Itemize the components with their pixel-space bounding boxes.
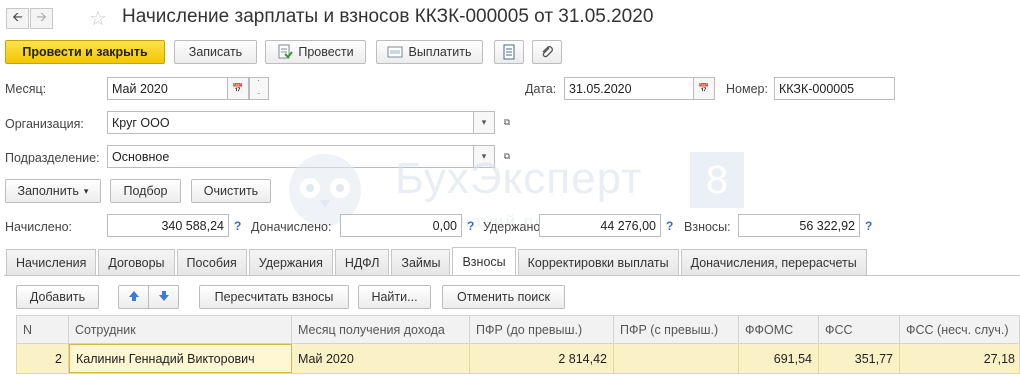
- payment-icon: [387, 44, 403, 60]
- save-button[interactable]: Записать: [174, 40, 257, 64]
- month-label: Месяц:: [5, 82, 47, 96]
- recalculate-contributions-button[interactable]: Пересчитать взносы: [199, 285, 349, 309]
- number-field[interactable]: ККЗК-000005: [774, 77, 895, 100]
- organization-field[interactable]: Круг ООО: [107, 111, 474, 134]
- tab-recalculations[interactable]: Доначисления, перерасчеты: [680, 249, 867, 275]
- cell-employee[interactable]: Калинин Геннадий Викторович: [69, 344, 292, 373]
- extra-accrued-help-icon[interactable]: ?: [467, 219, 474, 233]
- back-button[interactable]: 🡨: [6, 8, 29, 29]
- contributions-label: Взносы:: [684, 220, 731, 234]
- open-link-icon: ⧉: [503, 117, 511, 127]
- calendar-icon: 📅: [232, 83, 244, 93]
- withheld-field: 44 276,00: [539, 214, 661, 237]
- move-down-button[interactable]: [148, 285, 179, 309]
- table-row[interactable]: 2 Калинин Геннадий Викторович Май 2020 2…: [16, 344, 1020, 374]
- cell-income-month[interactable]: Май 2020: [292, 344, 470, 373]
- organization-open-button[interactable]: ⧉: [496, 111, 518, 134]
- cell-fss[interactable]: 351,77: [819, 344, 900, 373]
- chevron-down-icon: ▾: [83, 185, 89, 196]
- fill-button-label: Заполнить: [17, 184, 79, 198]
- watermark-digit: 8: [690, 152, 744, 208]
- tab-benefits[interactable]: Пособия: [176, 249, 247, 275]
- extra-accrued-field: 0,00: [340, 214, 462, 237]
- calendar-icon: 📅: [698, 83, 710, 93]
- report-list-icon: [502, 44, 516, 60]
- post-and-close-button[interactable]: Провести и закрыть: [5, 40, 165, 64]
- tab-contributions[interactable]: Взносы: [452, 247, 516, 275]
- accrued-field: 340 588,24: [107, 214, 229, 237]
- tab-payment-corrections[interactable]: Корректировки выплаты: [517, 249, 679, 275]
- month-stepper[interactable]: ˙ ·: [249, 77, 269, 100]
- date-field[interactable]: 31.05.2020: [564, 77, 694, 100]
- cell-n[interactable]: 2: [17, 344, 69, 373]
- tab-ndfl[interactable]: НДФЛ: [334, 249, 390, 275]
- cell-pfr-before[interactable]: 2 814,42: [470, 344, 614, 373]
- cell-ffoms[interactable]: 691,54: [739, 344, 819, 373]
- tab-bar: Начисления Договоры Пособия Удержания НД…: [6, 247, 869, 275]
- extra-accrued-label: Доначислено:: [251, 220, 332, 234]
- attach-button[interactable]: [532, 40, 562, 64]
- accrued-help-icon[interactable]: ?: [234, 219, 241, 233]
- organization-label: Организация:: [5, 117, 84, 131]
- move-up-button[interactable]: [118, 285, 149, 309]
- cell-pfr-after[interactable]: [614, 344, 739, 373]
- favorite-star-icon[interactable]: ☆: [89, 6, 107, 31]
- month-calendar-button[interactable]: 📅: [227, 77, 249, 100]
- column-header-n[interactable]: N: [17, 316, 69, 344]
- tab-loans[interactable]: Займы: [391, 249, 451, 275]
- contributions-help-icon[interactable]: ?: [865, 219, 872, 233]
- find-button[interactable]: Найти...: [358, 285, 431, 309]
- accrued-label: Начислено:: [5, 220, 73, 234]
- withheld-label: Удержано:: [483, 220, 544, 234]
- date-calendar-button[interactable]: 📅: [693, 77, 715, 100]
- organization-dropdown-button[interactable]: ▾: [473, 111, 495, 134]
- column-header-fss-accident[interactable]: ФСС (несч. случ.): [900, 316, 1020, 344]
- contributions-field: 56 322,92: [738, 214, 860, 237]
- stepper-down-icon: ·: [257, 87, 261, 98]
- tab-accruals[interactable]: Начисления: [6, 249, 97, 275]
- pay-button-label: Выплатить: [408, 45, 472, 59]
- watermark-brand: БухЭксперт: [395, 154, 643, 203]
- department-label: Подразделение:: [5, 151, 100, 165]
- column-header-income-month[interactable]: Месяц получения дохода: [292, 316, 470, 344]
- cell-fss-accident[interactable]: 27,18: [900, 344, 1020, 373]
- post-document-icon: [277, 44, 294, 60]
- add-row-button[interactable]: Добавить: [16, 285, 99, 309]
- column-header-fss[interactable]: ФСС: [819, 316, 900, 344]
- column-header-ffoms[interactable]: ФФОМС: [739, 316, 819, 344]
- arrow-up-icon: [128, 290, 140, 305]
- post-button-label: Провести: [298, 45, 354, 59]
- withheld-help-icon[interactable]: ?: [666, 219, 673, 233]
- column-header-pfr-before[interactable]: ПФР (до превыш.): [470, 316, 614, 344]
- clear-button[interactable]: Очистить: [191, 179, 271, 203]
- tab-divider: [4, 275, 1020, 276]
- arrow-left-icon: 🡨: [12, 8, 23, 24]
- post-button[interactable]: Провести: [265, 40, 366, 64]
- fill-button[interactable]: Заполнить ▾: [5, 179, 101, 203]
- select-button[interactable]: Подбор: [110, 179, 181, 203]
- table-header: N Сотрудник Месяц получения дохода ПФР (…: [16, 315, 1020, 344]
- month-field[interactable]: Май 2020: [107, 77, 228, 100]
- arrow-right-icon: 🡪: [36, 8, 47, 24]
- forward-button[interactable]: 🡪: [30, 8, 53, 29]
- cancel-search-button[interactable]: Отменить поиск: [442, 285, 565, 309]
- pay-button[interactable]: Выплатить: [376, 40, 483, 64]
- column-header-employee[interactable]: Сотрудник: [69, 316, 292, 344]
- number-label: Номер:: [726, 82, 768, 96]
- chevron-down-icon: ▾: [481, 117, 487, 127]
- tab-deductions[interactable]: Удержания: [248, 249, 333, 275]
- column-header-pfr-after[interactable]: ПФР (с превыш.): [614, 316, 739, 344]
- report-button[interactable]: [494, 40, 524, 64]
- arrow-down-icon: [158, 290, 170, 305]
- date-label: Дата:: [525, 82, 557, 96]
- paperclip-icon: [540, 44, 554, 60]
- tab-contracts[interactable]: Договоры: [98, 249, 175, 275]
- page-title: Начисление зарплаты и взносов ККЗК-00000…: [122, 6, 654, 27]
